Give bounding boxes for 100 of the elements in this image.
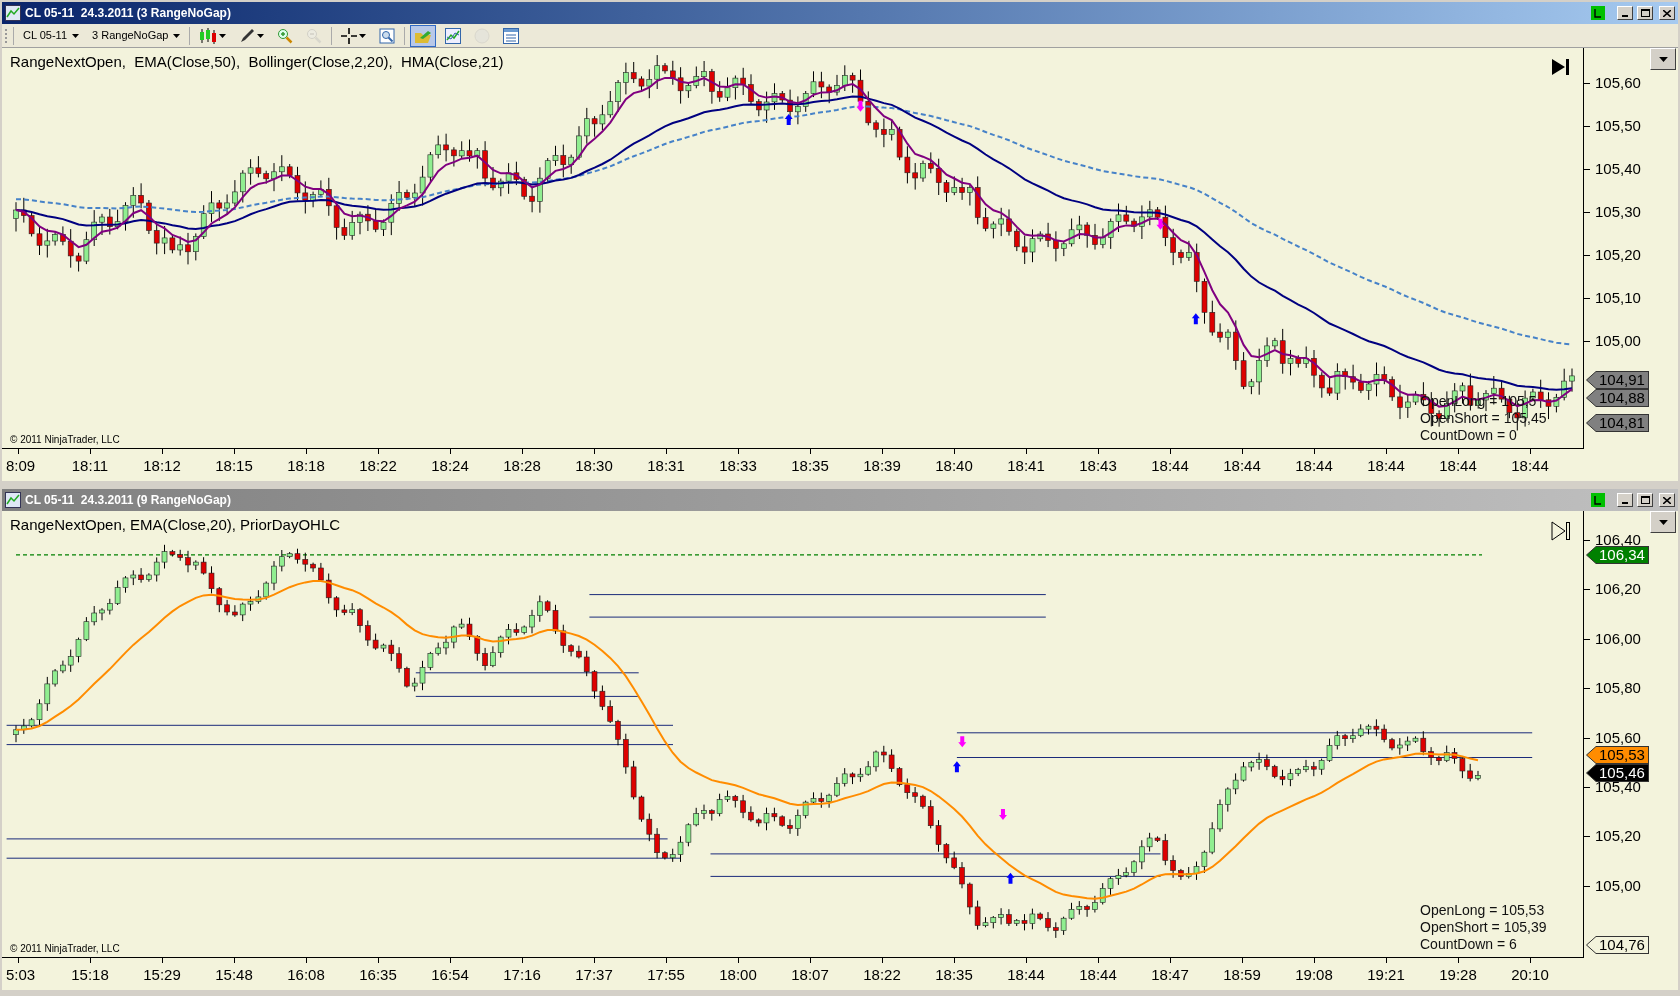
caret-icon: [219, 33, 227, 38]
up-arrow-icon: [1006, 872, 1015, 884]
time-label: 18:44: [1223, 456, 1261, 476]
time-label: 19:21: [1367, 965, 1405, 985]
link-icon[interactable]: [1591, 6, 1605, 20]
price-label: 105,80: [1595, 680, 1641, 697]
time-label: 18:44: [1295, 456, 1333, 476]
time-label: 18:59: [1223, 965, 1261, 985]
down-arrow-icon: [1156, 218, 1165, 230]
time-label: 18:39: [863, 456, 901, 476]
maximize-icon: [1640, 9, 1650, 17]
price-label: 105,30: [1595, 204, 1641, 220]
time-label: 18:00: [719, 965, 757, 985]
price-label: 106,20: [1595, 581, 1641, 598]
time-label: 18:44: [1007, 965, 1045, 985]
chart-line-icon: [445, 27, 462, 44]
time-label: 18:44: [1439, 456, 1477, 476]
up-arrow-icon: [952, 761, 961, 773]
time-label: 16:54: [431, 965, 469, 985]
zoom-out-icon: [306, 27, 323, 44]
caret-icon: [1658, 519, 1668, 525]
copyright-text: © 2011 NinjaTrader, LLC: [10, 433, 120, 447]
time-label: 19:28: [1439, 965, 1477, 985]
time-label: 5:03: [6, 965, 36, 985]
minimize-icon: [1622, 15, 1628, 17]
instrument-dropdown[interactable]: CL 05-11: [19, 27, 84, 44]
close-button[interactable]: [1659, 6, 1675, 20]
crosshair-icon: [341, 27, 358, 44]
price-label: 105,20: [1595, 247, 1641, 263]
time-label: 18:41: [1007, 456, 1045, 476]
stat-text: OpenLong = 105,53: [1420, 902, 1546, 919]
indicators-label: RangeNextOpen, EMA(Close,50), Bollinger(Close,2,20), HMA(Close,21): [10, 52, 504, 72]
price-label: 105,00: [1595, 877, 1641, 894]
maximize-button[interactable]: [1637, 6, 1653, 20]
period-dropdown[interactable]: 3 RangeNoGap: [88, 27, 185, 44]
price-label: 106,00: [1595, 630, 1641, 647]
down-arrow-icon: [856, 100, 865, 112]
marker-tip-icon: [1586, 545, 1596, 564]
time-label: 16:35: [359, 965, 397, 985]
time-label: 20:10: [1511, 965, 1549, 985]
dropdown-button[interactable]: [1650, 511, 1676, 533]
time-label: 17:55: [647, 965, 685, 985]
zoom-in-icon: [277, 27, 294, 44]
time-label: 18:40: [935, 456, 973, 476]
close-icon: [1663, 9, 1671, 17]
price-label: 105,40: [1595, 779, 1641, 795]
down-arrow-icon: [998, 809, 1007, 821]
caret-icon: [1658, 56, 1668, 62]
close-icon: [1663, 496, 1671, 504]
time-label: 18:07: [791, 965, 829, 985]
caret-icon: [359, 33, 367, 38]
minimize-button[interactable]: [1617, 6, 1633, 20]
up-arrow-icon: [784, 114, 793, 125]
candlestick-icon: [199, 27, 218, 44]
dropdown-button[interactable]: [1650, 48, 1676, 70]
time-label: 18:22: [863, 965, 901, 985]
price-label: 106,40: [1595, 532, 1641, 548]
time-label: 17:16: [503, 965, 541, 985]
price-label: 105,50: [1595, 118, 1641, 134]
caret-icon: [173, 33, 181, 38]
time-label: 18:43: [1079, 456, 1117, 476]
time-label: 18:12: [143, 456, 181, 476]
price-label: 105,20: [1595, 828, 1641, 845]
time-label: 19:08: [1295, 965, 1333, 985]
jump-to-end-icon[interactable]: [1551, 58, 1571, 76]
time-label: 17:37: [575, 965, 613, 985]
close-button[interactable]: [1659, 493, 1675, 507]
time-label: 18:18: [287, 456, 325, 476]
time-label: 15:29: [143, 965, 181, 985]
window-title: CL 05-11 24.3.2011 (3 RangeNoGap): [25, 5, 231, 22]
pen-icon: [239, 27, 256, 44]
time-label: 18:44: [1151, 456, 1189, 476]
stat-text: OpenShort = 105,39: [1420, 919, 1547, 936]
chart-window-icon: [5, 492, 21, 508]
minimize-button[interactable]: [1617, 493, 1633, 507]
maximize-button[interactable]: [1637, 493, 1653, 507]
caret-icon: [257, 33, 265, 38]
price-label: 105,60: [1595, 75, 1641, 91]
maximize-icon: [1640, 496, 1650, 504]
price-label: 105,60: [1595, 729, 1641, 746]
grip-icon[interactable]: [5, 27, 8, 44]
price-label: 105,10: [1595, 290, 1641, 306]
time-label: 18:33: [719, 456, 757, 476]
window-title: CL 05-11 24.3.2011 (9 RangeNoGap): [25, 492, 231, 509]
time-label: 18:35: [935, 965, 973, 985]
jump-to-end-icon[interactable]: [1551, 521, 1571, 541]
time-label: 18:11: [71, 456, 109, 476]
copyright-text: © 2011 NinjaTrader, LLC: [10, 942, 120, 956]
minimize-icon: [1622, 502, 1628, 504]
time-label: 8:09: [6, 456, 36, 476]
chart-window-icon: [5, 5, 21, 21]
marker-tip-icon: [1586, 370, 1596, 389]
time-label: 18:28: [503, 456, 541, 476]
marker-tip-icon: [1586, 413, 1596, 432]
table-icon: [503, 27, 520, 44]
link-icon[interactable]: [1591, 493, 1605, 507]
caret-icon: [72, 33, 80, 38]
marker-tip-icon: [1586, 388, 1596, 407]
time-label: 18:44: [1511, 456, 1549, 476]
time-label: 18:15: [215, 456, 253, 476]
